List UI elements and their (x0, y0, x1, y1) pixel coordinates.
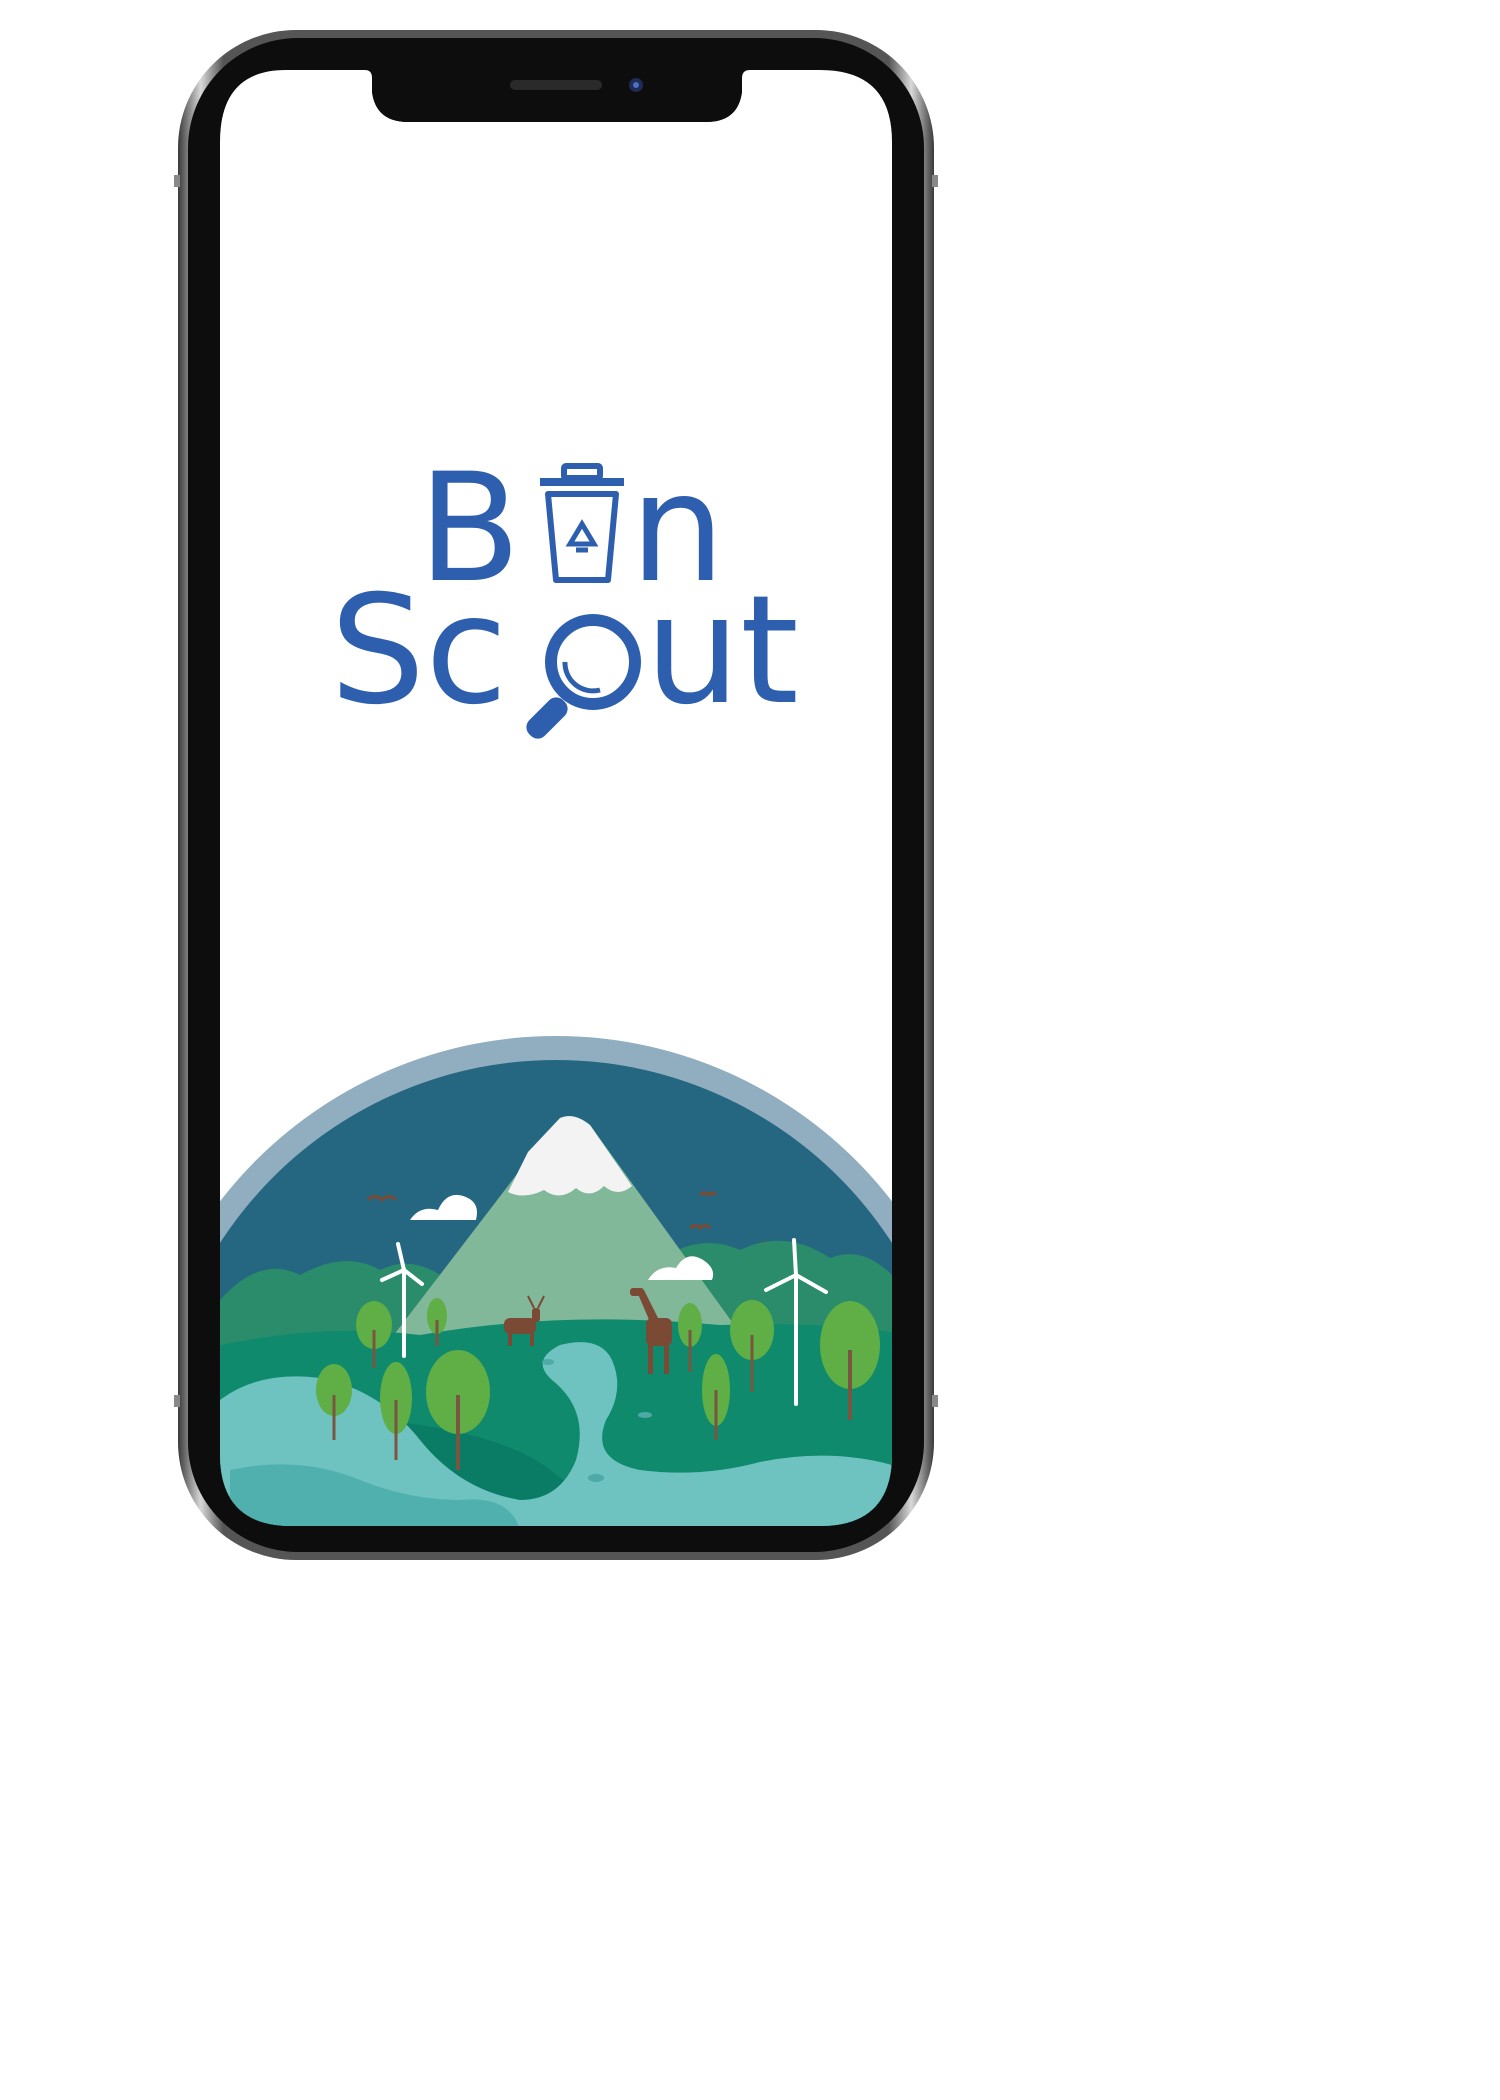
phone-frame (174, 30, 938, 1560)
screen (220, 70, 892, 1526)
recycle-arrows-icon (565, 519, 599, 553)
speaker-grille (510, 80, 602, 90)
bin-scout-logo: B n Sc ut (330, 442, 799, 739)
logo-letters-ut: ut (645, 564, 799, 738)
magnifying-glass-icon (526, 614, 641, 739)
notch (372, 70, 742, 122)
logo-letters-sc: Sc (330, 564, 508, 738)
splash-screen: B n Sc ut (0, 0, 1100, 1568)
